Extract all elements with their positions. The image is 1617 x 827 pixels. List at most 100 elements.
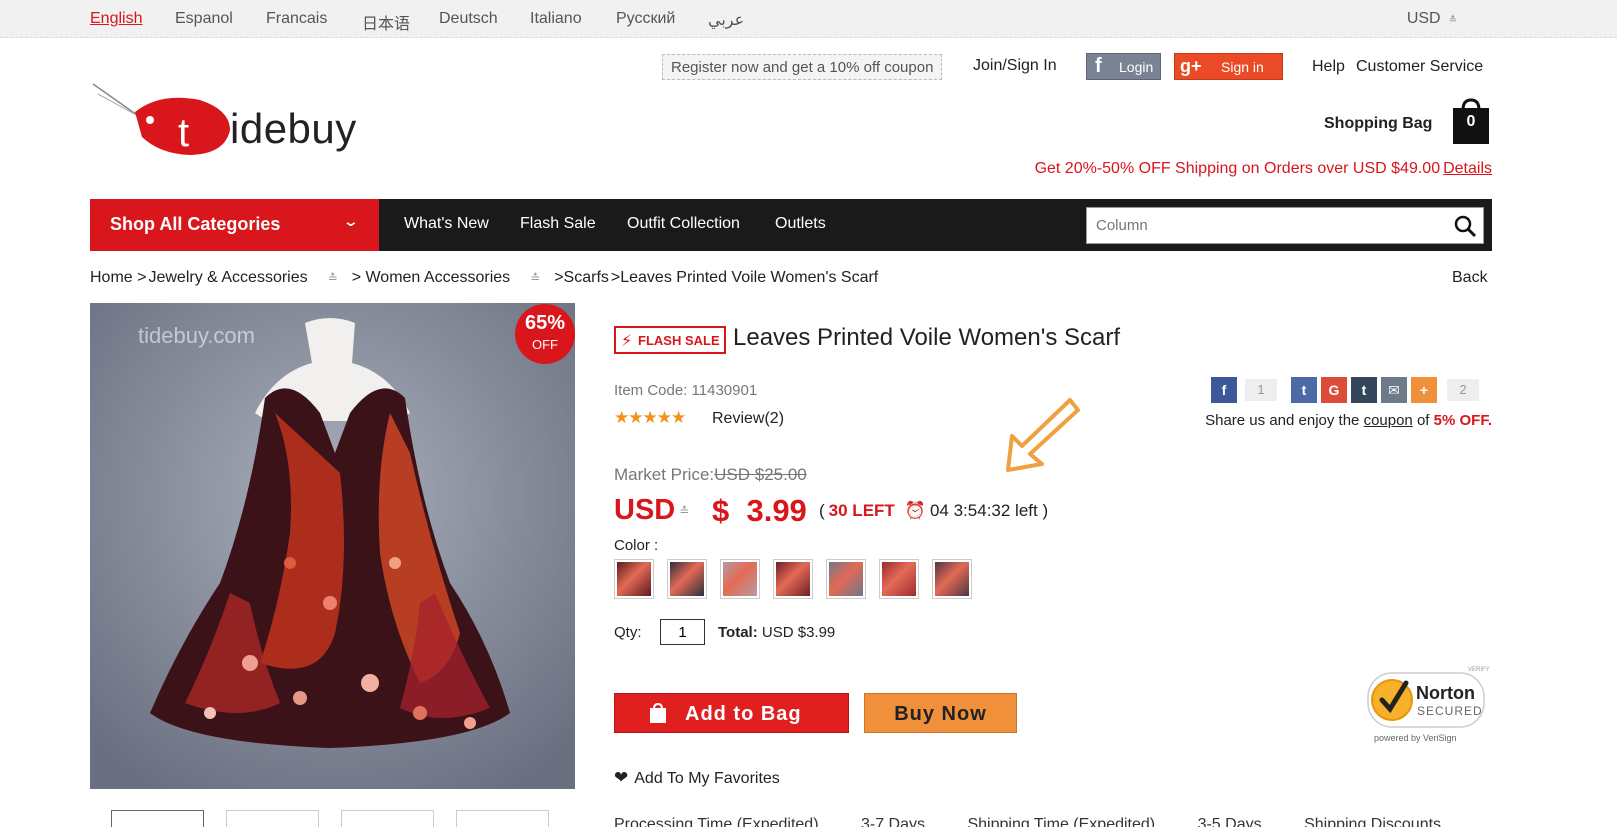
google-plus-signin-button[interactable]: g+ Sign in: [1174, 53, 1283, 80]
heart-icon: ❤: [614, 768, 629, 787]
rating-stars-icon: ★★★★★: [614, 408, 686, 427]
share-promo: Share us and enjoy the coupon of 5% OFF.: [1205, 412, 1492, 429]
nav-whats-new[interactable]: What's New: [404, 215, 489, 233]
customer-service-link[interactable]: Customer Service: [1356, 58, 1483, 76]
logo-letter: t: [178, 111, 189, 155]
share-total-count: 2: [1447, 379, 1479, 401]
buy-now-button[interactable]: Buy Now: [864, 693, 1017, 733]
color-swatch[interactable]: [826, 559, 866, 599]
lang-deutsch[interactable]: Deutsch: [439, 10, 498, 28]
breadcrumb-women-accessories[interactable]: > Women Accessories: [352, 269, 510, 286]
lang-arabic[interactable]: عربي: [708, 10, 744, 30]
color-swatch-image: [935, 562, 969, 596]
breadcrumb-scarfs[interactable]: >Scarfs: [554, 269, 609, 286]
lang-italiano[interactable]: Italiano: [530, 10, 582, 28]
color-swatch[interactable]: [879, 559, 919, 599]
tumblr-share-icon[interactable]: t: [1351, 377, 1377, 403]
twitter-share-icon[interactable]: t: [1291, 377, 1317, 403]
color-swatch[interactable]: [773, 559, 813, 599]
coupon-link[interactable]: coupon: [1364, 412, 1413, 429]
sale-price: $ 3.99: [712, 493, 807, 528]
shop-all-categories-button[interactable]: Shop All Categories ⌄: [90, 199, 379, 251]
product-image[interactable]: tidebuy.com: [90, 303, 575, 789]
add-to-bag-button[interactable]: Add to Bag: [614, 693, 849, 733]
flash-sale-badge: ⚡ FLASH SALE: [614, 326, 726, 354]
currency-selector[interactable]: USD ≛: [1407, 10, 1457, 28]
chevron-down-icon[interactable]: ≛: [328, 271, 338, 285]
shipping-promo: Get 20%-50% OFF Shipping on Orders over …: [1035, 160, 1492, 178]
breadcrumb-jewelry[interactable]: Jewelry & Accessories: [148, 269, 307, 286]
promo-details-link[interactable]: Details: [1443, 160, 1492, 177]
product-title: Leaves Printed Voile Women's Scarf: [733, 324, 1120, 351]
currency-code: USD: [614, 494, 676, 526]
thumbnail-4[interactable]: [456, 810, 549, 827]
total: Total: USD $3.99: [718, 624, 835, 641]
thumbnail-1[interactable]: [111, 810, 204, 827]
color-label: Color :: [614, 537, 659, 554]
back-link[interactable]: Back: [1452, 269, 1488, 287]
facebook-icon: f: [1095, 55, 1102, 77]
discount-badge: 65% OFF: [515, 304, 575, 364]
color-swatch[interactable]: [614, 559, 654, 599]
paren-open: (: [819, 501, 825, 520]
email-share-icon[interactable]: ✉: [1381, 377, 1407, 403]
shipping-promo-text: Get 20%-50% OFF Shipping on Orders over …: [1034, 160, 1441, 177]
color-swatch-image: [776, 562, 810, 596]
more-share-icon[interactable]: +: [1411, 377, 1437, 403]
facebook-login-button[interactable]: f Login: [1086, 53, 1161, 80]
chevron-down-icon[interactable]: ≛: [530, 271, 540, 285]
lang-russian[interactable]: Русский: [616, 10, 675, 28]
chevron-down-icon: ⌄: [342, 213, 360, 229]
norton-secured-seal[interactable]: VERIFY Norton SECURED powered by VeriSig…: [1360, 665, 1490, 745]
nav-flash-sale[interactable]: Flash Sale: [520, 215, 596, 233]
shopping-bag-label[interactable]: Shopping Bag: [1324, 115, 1432, 133]
thumbnail-2[interactable]: [226, 810, 319, 827]
search-icon[interactable]: [1453, 214, 1477, 238]
total-value: USD $3.99: [761, 624, 836, 641]
shipping-discounts-label: Shipping Discounts: [1304, 816, 1442, 827]
shopping-bag-icon: [650, 703, 666, 723]
alarm-clock-icon: ⏰: [904, 501, 926, 520]
nav-outfit-collection[interactable]: Outfit Collection: [627, 215, 740, 233]
norton-secured-text: SECURED: [1417, 704, 1483, 718]
share-discount: 5% OFF.: [1433, 412, 1492, 429]
qty-input[interactable]: [660, 619, 705, 645]
search-input[interactable]: [1087, 208, 1427, 243]
scarf-image: tidebuy.com: [90, 303, 575, 789]
join-signin-link[interactable]: Join/Sign In: [973, 57, 1057, 75]
qty-label: Qty:: [614, 624, 642, 641]
color-swatch-image: [723, 562, 757, 596]
discount-percent: 65%: [524, 312, 566, 334]
chevron-down-icon: ≛: [1448, 15, 1457, 26]
search-box: [1086, 207, 1484, 244]
shop-all-label: Shop All Categories: [110, 214, 281, 234]
nav-outlets[interactable]: Outlets: [775, 215, 826, 233]
shipping-info-row: Processing Time (Expedited) 3-7 Days Shi…: [614, 816, 1479, 827]
total-label: Total:: [718, 624, 758, 641]
lang-japanese[interactable]: 日本语: [362, 10, 410, 34]
shipping-time-label: Shipping Time (Expedited): [967, 816, 1156, 827]
lang-english[interactable]: English: [90, 10, 142, 28]
register-coupon-banner[interactable]: Register now and get a 10% off coupon: [662, 54, 943, 80]
review-link[interactable]: Review(2): [712, 410, 784, 428]
facebook-login-label: Login: [1119, 59, 1154, 75]
thumbnail-3[interactable]: [341, 810, 434, 827]
lang-francais[interactable]: Francais: [266, 10, 327, 28]
logo-text: idebuy: [230, 105, 357, 152]
market-price-label: Market Price:: [614, 465, 715, 484]
help-link[interactable]: Help: [1312, 58, 1345, 76]
lang-espanol[interactable]: Espanol: [175, 10, 233, 28]
language-bar: English Espanol Francais 日本语 Deutsch Ita…: [0, 0, 1617, 38]
norton-powered: powered by VeriSign: [1374, 733, 1457, 743]
item-code: Item Code: 11430901: [614, 382, 758, 399]
currency-dropdown[interactable]: USD ≛: [614, 494, 689, 527]
tag-string: [92, 83, 141, 118]
facebook-share-icon[interactable]: f: [1211, 377, 1237, 403]
color-swatch[interactable]: [720, 559, 760, 599]
currency-label: USD: [1406, 10, 1441, 27]
breadcrumb-home[interactable]: Home >: [90, 269, 146, 286]
add-to-favorites-link[interactable]: ❤ Add To My Favorites: [614, 768, 780, 788]
google-plus-share-icon[interactable]: G: [1321, 377, 1347, 403]
color-swatch[interactable]: [932, 559, 972, 599]
color-swatch[interactable]: [667, 559, 707, 599]
